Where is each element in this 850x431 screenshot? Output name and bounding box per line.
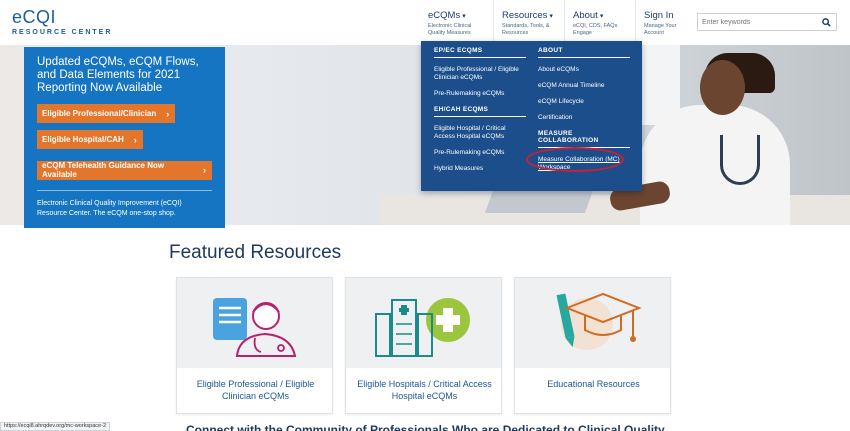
menu-item-eh-pre-rulemaking[interactable]: Pre-Rulemaking eCQMs <box>434 149 526 157</box>
hero-heading: Updated eCQMs, eCQM Flows, and Data Elem… <box>37 56 199 94</box>
dropdown-heading-ep-ec: EP/EC ECQMS <box>434 47 526 58</box>
logo-main-text: eCQI <box>12 7 57 27</box>
eligible-hospital-button-label: Eligible Hospital/CAH <box>42 135 124 144</box>
hospital-icon <box>375 298 470 357</box>
card-eligible-professional[interactable]: Eligible Professional / Eligible Clinici… <box>176 277 333 414</box>
card-image <box>515 278 670 368</box>
site-logo[interactable]: eCQI RESOURCE CENTER <box>12 7 112 36</box>
nav-resources-label: Resources <box>502 10 548 21</box>
hero-announcement-box: Updated eCQMs, eCQM Flows, and Data Elem… <box>24 47 225 228</box>
hero-photo-stethoscope <box>720 135 760 185</box>
nav-about[interactable]: About ▾ eCQI, CDS, FAQs Engage <box>564 0 634 45</box>
hero-photo-person-coat <box>640 105 790 225</box>
chevron-right-icon: › <box>166 108 170 119</box>
featured-resources-title: Featured Resources <box>169 242 342 263</box>
menu-item-certification[interactable]: Certification <box>538 114 630 122</box>
menu-item-ep-ec-ecqms[interactable]: Eligible Professional / Eligible Clinici… <box>434 66 526 82</box>
search-box <box>697 13 837 31</box>
nav-about-sub: eCQI, CDS, FAQs Engage <box>573 23 618 36</box>
chevron-right-icon: › <box>133 134 137 145</box>
dropdown-column-right: ABOUT About eCQMs eCQM Annual Timeline e… <box>538 47 630 180</box>
nav-sign-in-label: Sign In <box>644 10 674 21</box>
browser-status-bar-url: https://ecqi8.ahrqdev.org/mc-workspace-2 <box>0 422 110 431</box>
chevron-right-icon: › <box>203 165 206 175</box>
eligible-professional-button-label: Eligible Professional/Clinician <box>42 109 157 118</box>
site-header: eCQI RESOURCE CENTER eCQMs ▾ Electronic C… <box>0 0 850 45</box>
clinician-icon <box>213 298 297 357</box>
search-input[interactable] <box>702 16 812 29</box>
card-educational-resources[interactable]: Educational Resources <box>514 277 671 414</box>
telehealth-guidance-button[interactable]: eCQM Telehealth Guidance Now Available › <box>37 160 212 180</box>
caret-down-icon: ▾ <box>599 13 604 20</box>
dropdown-heading-about: ABOUT <box>538 47 630 58</box>
card-image <box>177 278 332 368</box>
eligible-professional-button[interactable]: Eligible Professional/Clinician › <box>37 104 176 123</box>
menu-item-eh-cah-ecqms[interactable]: Eligible Hospital / Critical Access Hosp… <box>434 125 526 141</box>
hero-divider <box>37 189 212 191</box>
telehealth-guidance-button-label: eCQM Telehealth Guidance Now Available <box>42 161 165 179</box>
hero-description: Electronic Clinical Quality Improvement … <box>37 199 182 217</box>
search-icon <box>821 17 831 27</box>
menu-item-ecqm-lifecycle[interactable]: eCQM Lifecycle <box>538 98 630 106</box>
nav-ecqms-sub: Electronic Clinical Quality Measures <box>428 23 472 36</box>
card-label: Eligible Hospitals / Critical Access Hos… <box>357 379 492 401</box>
graduation-cap-icon <box>556 292 642 350</box>
hero-photo-person-head <box>700 60 745 115</box>
ecqms-dropdown-menu: EP/EC ECQMS Eligible Professional / Elig… <box>421 41 642 191</box>
nav-about-label: About <box>573 10 598 21</box>
menu-item-annual-timeline[interactable]: eCQM Annual Timeline <box>538 82 630 90</box>
connect-section-heading: Connect with the Community of Profession… <box>186 423 665 431</box>
menu-item-ep-pre-rulemaking[interactable]: Pre-Rulemaking eCQMs <box>434 90 526 98</box>
card-image <box>346 278 501 368</box>
search-button[interactable] <box>816 14 836 30</box>
eligible-hospital-button[interactable]: Eligible Hospital/CAH › <box>37 130 143 149</box>
menu-item-hybrid-measures[interactable]: Hybrid Measures <box>434 165 526 173</box>
card-label: Eligible Professional / Eligible Clinici… <box>196 379 315 401</box>
logo-sub-text: RESOURCE CENTER <box>12 29 113 36</box>
nav-sign-in-sub: Manage Your Account <box>644 23 677 36</box>
nav-sign-in[interactable]: Sign In Manage Your Account <box>635 0 695 45</box>
menu-item-mc-workspace[interactable]: Measure Collaboration (MC) Workspace <box>538 156 630 172</box>
caret-down-icon: ▾ <box>462 13 466 20</box>
nav-ecqms[interactable]: eCQMs ▾ Electronic Clinical Quality Measu… <box>420 0 492 45</box>
nav-ecqms-label: eCQMs <box>428 10 461 21</box>
dropdown-heading-measure-collaboration: MEASURE COLLABORATION <box>538 130 630 148</box>
menu-item-about-ecqms[interactable]: About eCQMs <box>538 66 630 74</box>
card-eligible-hospitals[interactable]: Eligible Hospitals / Critical Access Hos… <box>345 277 502 414</box>
nav-resources-sub: Standards, Tools, & Resources <box>502 23 550 36</box>
nav-resources[interactable]: Resources ▾ Standards, Tools, & Resources <box>493 0 563 45</box>
dropdown-heading-eh-cah: EH/CAH ECQMS <box>434 106 526 117</box>
caret-down-icon: ▾ <box>549 13 553 20</box>
card-label: Educational Resources <box>547 379 640 389</box>
dropdown-column-left: EP/EC ECQMS Eligible Professional / Elig… <box>434 47 526 181</box>
